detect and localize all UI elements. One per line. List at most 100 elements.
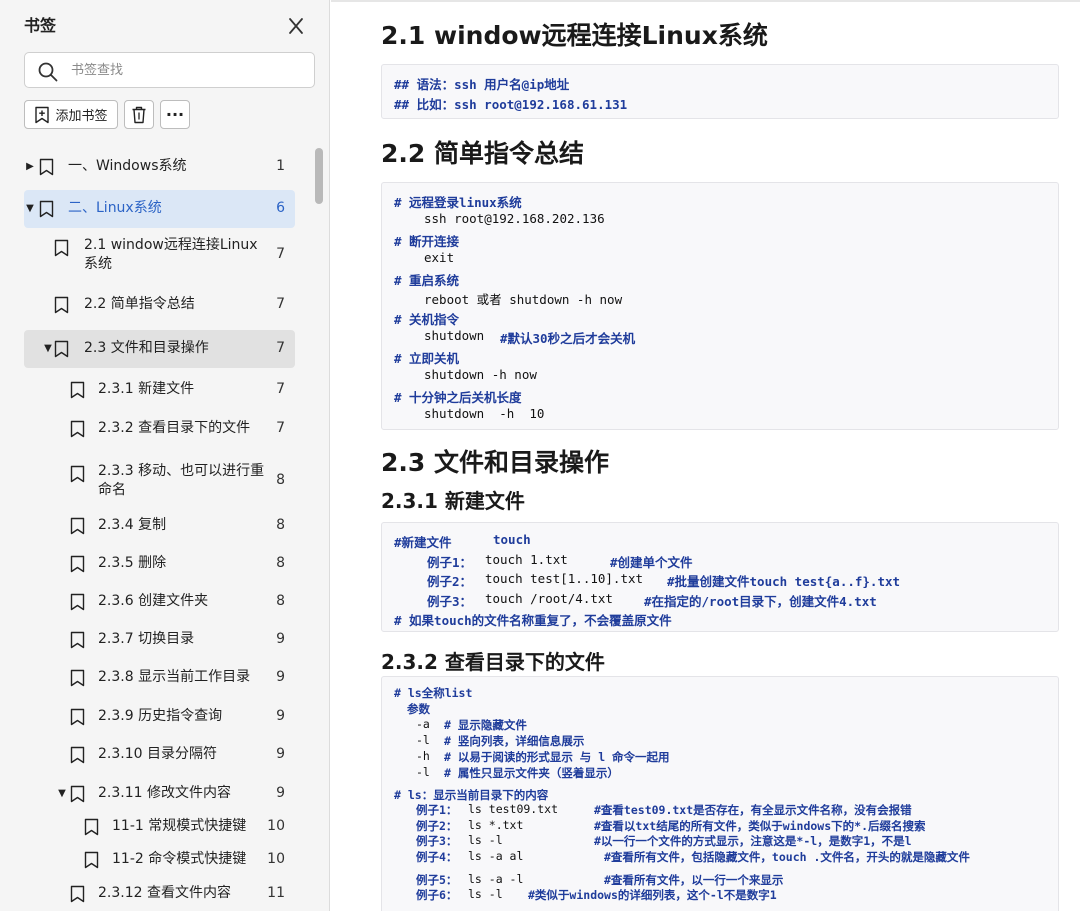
close-icon[interactable] — [284, 14, 308, 38]
heading-2-2: 2.2 简单指令总结 — [381, 139, 584, 168]
sidebar-title: 书签 — [24, 16, 57, 35]
code-line: 例子3： — [427, 594, 473, 609]
code-block-commands: # 远程登录linux系统 ssh root@192.168.202.136 #… — [381, 182, 1059, 430]
expand-arrow-down-icon[interactable]: ▼ — [42, 343, 54, 355]
code-block-touch: #新建文件 touch 例子1： touch 1.txt #创建单个文件 例子2… — [381, 522, 1059, 632]
code-comment: #查看test09.txt是否存在，有全显示文件名称，没有会报错 — [594, 803, 912, 817]
bookmark-item[interactable]: ▶ 一、Windows系统 1 — [24, 150, 295, 184]
bookmark-page-number: 7 — [276, 420, 285, 436]
bookmark-search-box[interactable] — [24, 52, 315, 88]
bookmark-page-number: 7 — [276, 381, 285, 397]
bookmark-item[interactable]: 2.3.5 删除 8 — [24, 547, 295, 581]
bookmark-item[interactable]: 2.3.7 切换目录 9 — [24, 623, 295, 657]
bookmark-item[interactable]: 2.3.12 查看文件内容 11 — [24, 878, 295, 910]
bookmark-item[interactable]: 2.2 简单指令总结 7 — [24, 287, 295, 323]
bookmark-sidebar: 书签 添加书签 ··· ▶ 一、Windows系统 — [0, 0, 330, 911]
expand-arrow-right-icon[interactable]: ▶ — [24, 161, 36, 173]
code-line: ls -a -l — [468, 872, 524, 886]
bookmark-icon — [70, 708, 85, 726]
code-line: 参数 — [407, 702, 430, 716]
code-line: touch /root/4.txt — [485, 591, 613, 606]
bookmark-page-number: 7 — [276, 246, 285, 262]
bookmark-search-input[interactable] — [71, 59, 301, 81]
code-line: touch — [493, 532, 531, 547]
bookmark-item[interactable]: 2.3.2 查看目录下的文件 7 — [24, 412, 295, 446]
bookmark-icon — [70, 885, 85, 903]
code-comment: #在指定的/root目录下，创建文件4.txt — [644, 594, 877, 609]
bookmark-page-number: 8 — [276, 472, 285, 488]
bookmark-page-number: 9 — [276, 669, 285, 685]
code-line: touch 1.txt — [485, 552, 568, 567]
expand-arrow-down-icon[interactable]: ▼ — [56, 788, 68, 800]
code-line: ls -a al — [468, 849, 524, 863]
expand-arrow-down-icon[interactable]: ▼ — [24, 203, 36, 215]
bookmark-item[interactable]: 11-2 命令模式快捷键 10 — [24, 844, 295, 876]
heading-2-1: 2.1 window远程连接Linux系统 — [381, 21, 768, 50]
bookmark-label: 2.3.3 移动、也可以进行重 — [98, 463, 265, 479]
code-comment: #类似于windows的详细列表，这个-l不是数字1 — [528, 888, 777, 902]
code-line: shutdown -h now — [424, 367, 537, 382]
code-line: -a — [416, 717, 430, 731]
bookmark-page-number: 7 — [276, 296, 285, 312]
bookmark-icon — [70, 465, 85, 483]
bookmark-label: 2.3.2 查看目录下的文件 — [98, 420, 251, 436]
bookmark-label: 2.3.11 修改文件内容 — [98, 785, 231, 801]
code-line: -l — [416, 765, 430, 779]
bookmark-icon — [70, 669, 85, 687]
code-line: -h — [416, 749, 430, 763]
bookmark-label: 2.3.4 复制 — [98, 517, 167, 533]
bookmark-icon — [84, 851, 99, 869]
delete-bookmark-button[interactable] — [124, 100, 154, 129]
code-line: # 关机指令 — [394, 312, 460, 327]
bookmark-item[interactable]: ▼ 二、Linux系统 6 — [24, 190, 295, 228]
bookmark-label: 二、Linux系统 — [68, 200, 162, 216]
bookmark-item[interactable]: 2.3.8 显示当前工作目录 9 — [24, 661, 295, 695]
bookmark-item[interactable]: 2.1 window远程连接Linux 系统 7 — [24, 231, 295, 279]
bookmark-icon — [39, 158, 54, 176]
bookmark-page-number: 9 — [276, 631, 285, 647]
more-icon: ··· — [165, 104, 185, 124]
code-comment: #批量创建文件touch test{a..f}.txt — [667, 574, 901, 589]
code-line: -l — [416, 733, 430, 747]
bookmark-icon — [84, 818, 99, 836]
code-line: 例子1： — [416, 803, 458, 817]
bookmark-item[interactable]: 2.3.10 目录分隔符 9 — [24, 738, 295, 772]
bookmark-label: 11-1 常规模式快捷键 — [112, 818, 247, 834]
code-comment: #以一行一个文件的方式显示，注意这是*-l，是数字1，不是l — [594, 834, 912, 848]
bookmark-item[interactable]: 11-1 常规模式快捷键 10 — [24, 811, 295, 843]
bookmark-label: 2.1 window远程连接Linux — [84, 237, 258, 253]
bookmark-label: 2.3.5 删除 — [98, 555, 167, 571]
more-options-button[interactable]: ··· — [160, 100, 190, 129]
sidebar-scrollbar[interactable] — [315, 148, 323, 204]
code-line: shutdown -h 10 — [424, 406, 545, 421]
code-line: exit — [424, 250, 455, 265]
bookmark-item[interactable]: ▼ 2.3 文件和目录操作 7 — [24, 330, 295, 368]
bookmark-label: 2.3.8 显示当前工作目录 — [98, 669, 251, 685]
code-comment: #查看所有文件，以一行一个来显示 — [604, 873, 784, 887]
code-line: ls *.txt — [468, 818, 524, 832]
bookmark-item[interactable]: 2.3.6 创建文件夹 8 — [24, 585, 295, 619]
bookmark-item[interactable]: 2.3.3 移动、也可以进行重 命名 8 — [24, 457, 295, 505]
code-comment: #查看以txt结尾的所有文件，类似于windows下的*.后缀名搜索 — [594, 819, 926, 833]
bookmark-label: 2.2 简单指令总结 — [84, 296, 195, 312]
code-line: 例子4： — [416, 850, 458, 864]
bookmark-item[interactable]: 2.3.4 复制 8 — [24, 509, 295, 543]
code-comment: # 竖向列表，详细信息展示 — [444, 734, 585, 748]
bookmark-label: 2.3.12 查看文件内容 — [98, 885, 231, 901]
code-line: # 立即关机 — [394, 351, 460, 366]
bookmark-item[interactable]: 2.3.9 历史指令查询 9 — [24, 700, 295, 734]
bookmark-item[interactable]: 2.3.1 新建文件 7 — [24, 373, 295, 407]
code-line: ls test09.txt — [468, 802, 559, 816]
bookmark-icon — [70, 555, 85, 573]
bookmark-icon — [70, 631, 85, 649]
bookmark-page-number: 1 — [276, 158, 285, 174]
bookmark-page-number: 10 — [267, 851, 285, 867]
bookmark-label: 一、Windows系统 — [68, 158, 187, 174]
bookmark-label-line2: 命名 — [98, 482, 126, 498]
bookmark-label: 2.3.9 历史指令查询 — [98, 708, 223, 724]
code-block-ssh: ## 语法：ssh 用户名@ip地址 ## 比如：ssh root@192.16… — [381, 64, 1059, 119]
bookmark-item[interactable]: ▼ 2.3.11 修改文件内容 9 — [24, 777, 295, 811]
add-bookmark-button[interactable]: 添加书签 — [24, 100, 118, 129]
bookmark-icon — [39, 200, 54, 218]
bookmark-label: 11-2 命令模式快捷键 — [112, 851, 247, 867]
